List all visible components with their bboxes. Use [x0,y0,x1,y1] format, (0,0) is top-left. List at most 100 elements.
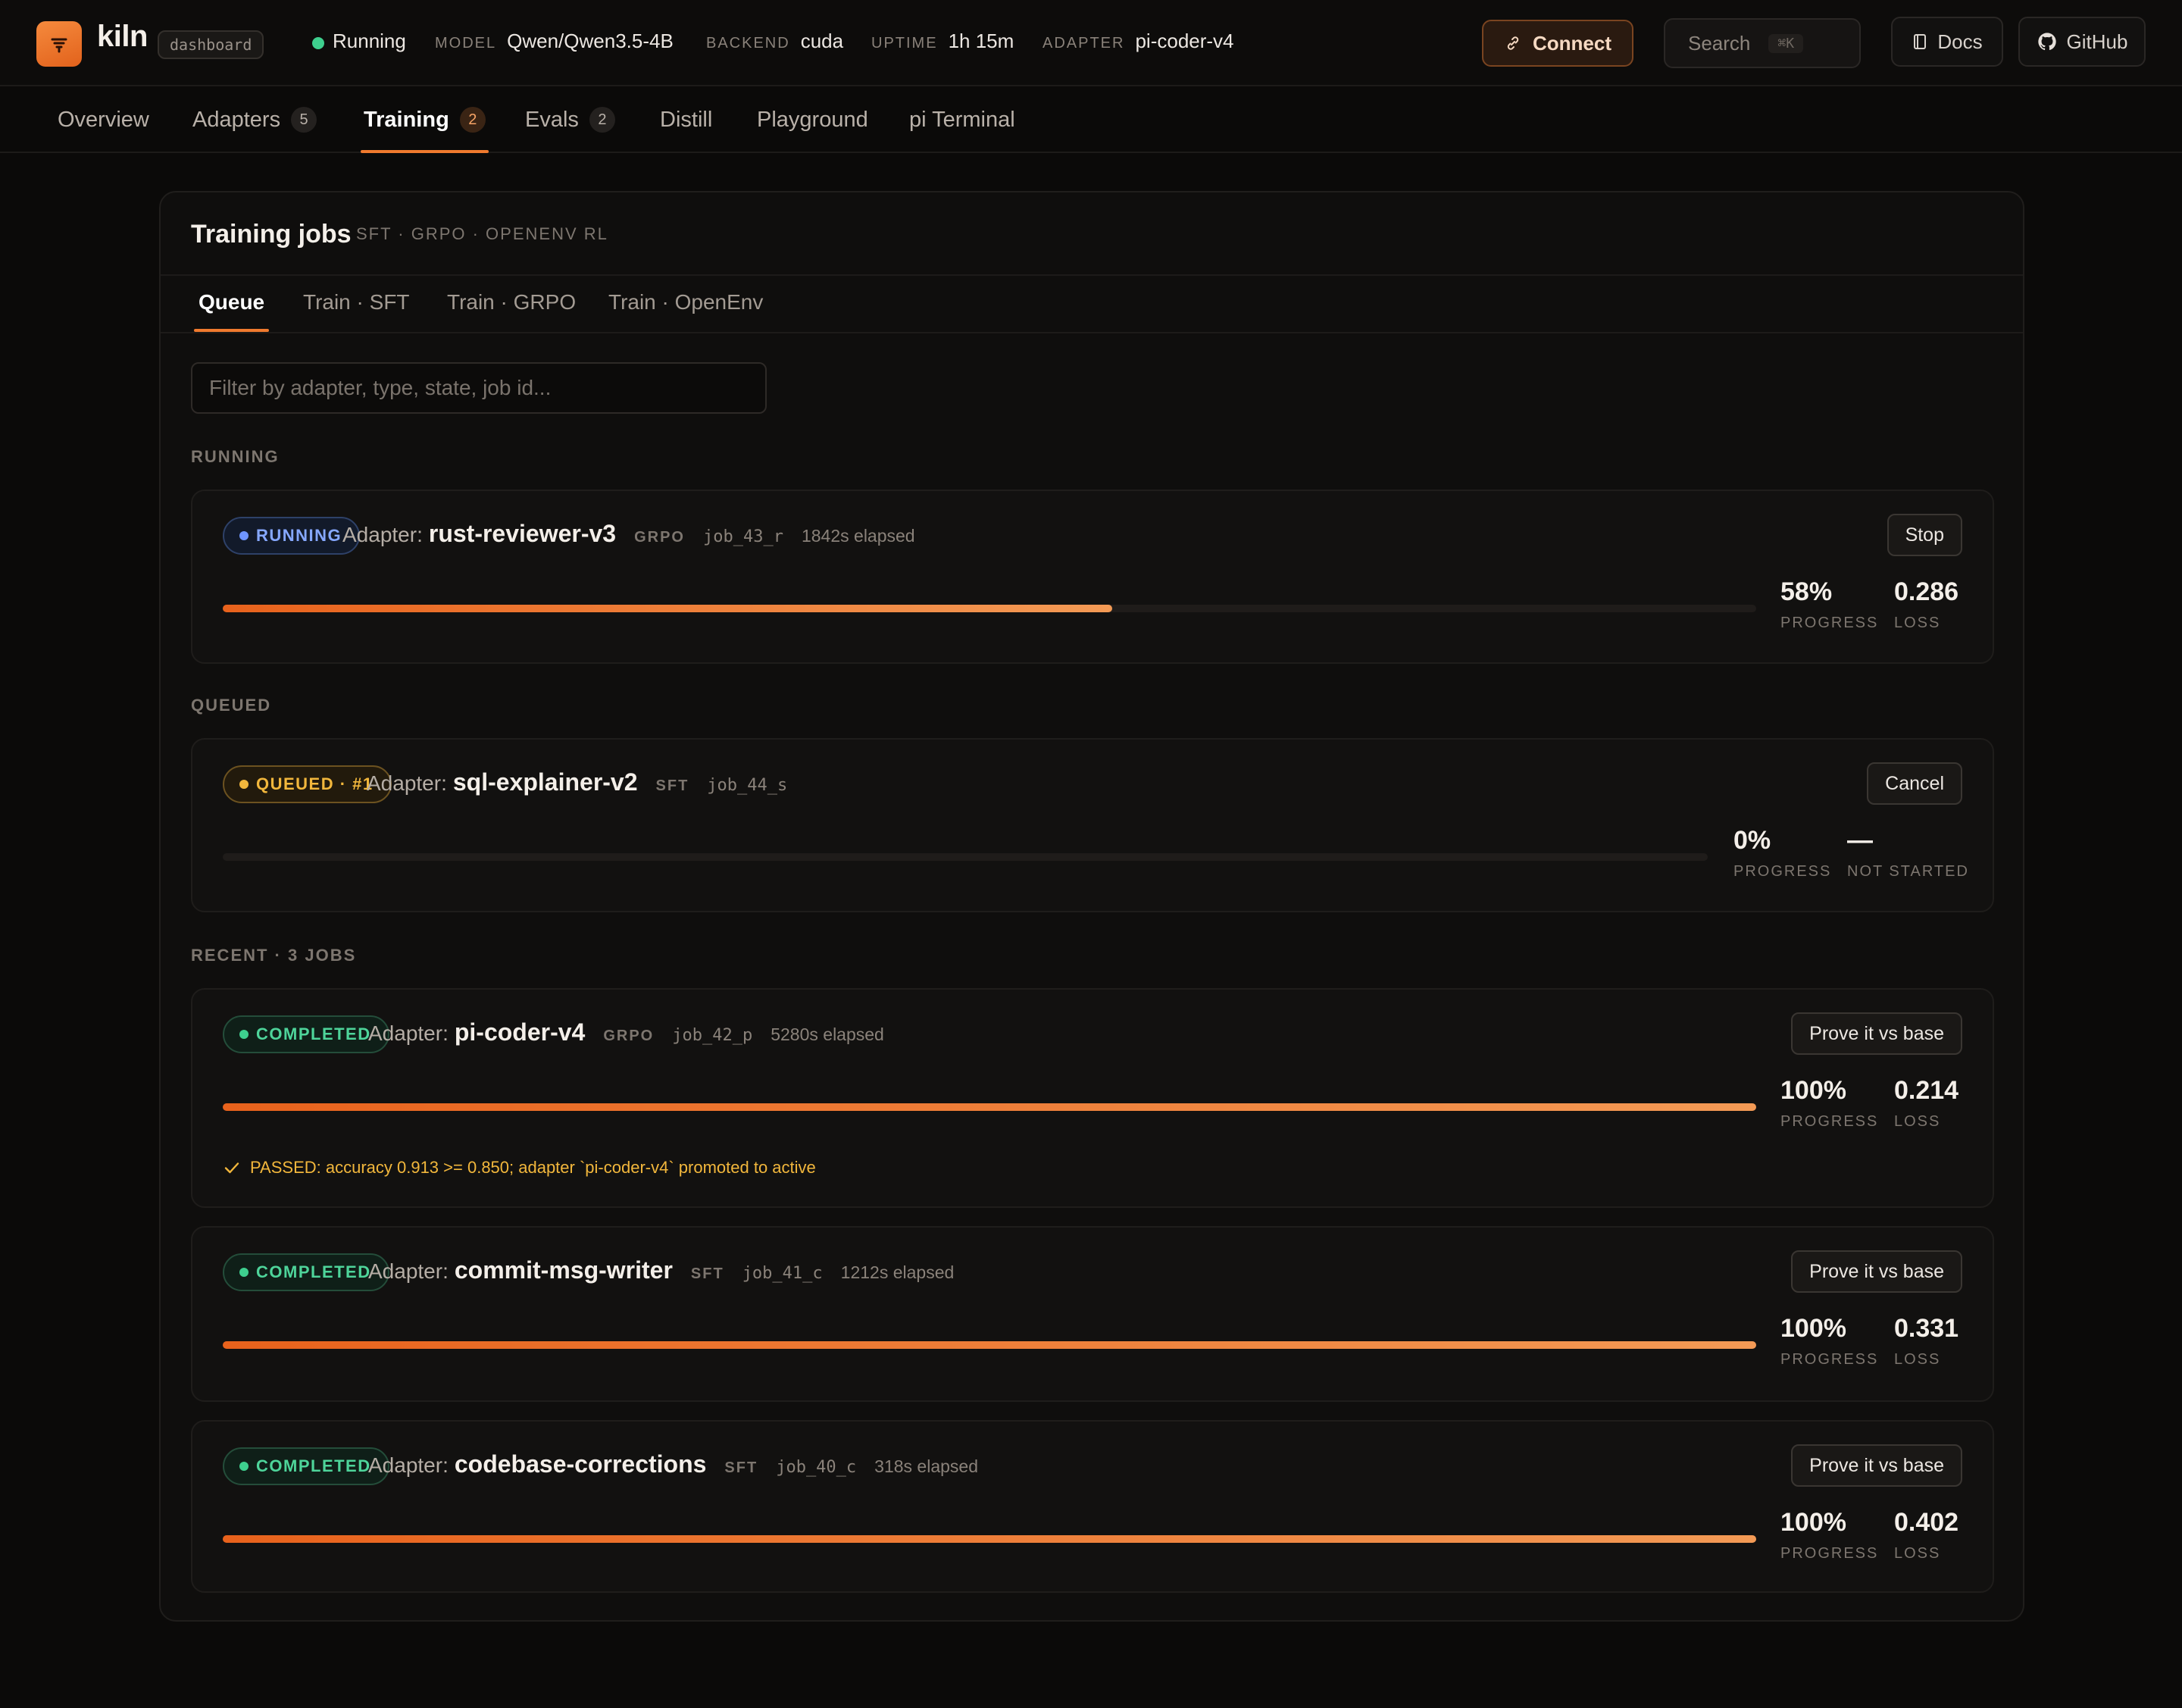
subtab-train-grpo[interactable]: Train · GRPO [447,273,576,332]
job-card-running: RUNNING Adapter: rust-reviewer-v3 GRPO jo… [191,490,1994,664]
status-dot-icon [312,37,324,49]
adapter-prefix: Adapter: [368,1259,449,1283]
tab-pi-terminal-label: pi Terminal [909,107,1015,132]
prove-vs-base-button[interactable]: Prove it vs base [1791,1444,1962,1487]
tab-distill[interactable]: Distill [660,86,712,153]
meta-adapter: ADAPTER pi-coder-v4 [1043,30,1234,53]
github-icon [2037,33,2056,51]
meta-model-value: Qwen/Qwen3.5-4B [507,30,674,52]
job-card-recent: COMPLETED Adapter: codebase-corrections S… [191,1420,1994,1593]
tab-playground[interactable]: Playground [757,86,868,153]
job-type: GRPO [603,1028,655,1044]
progress-label: PROGRESS [1780,615,1879,631]
progress-bar-fill [223,1341,1756,1349]
meta-adapter-value: pi-coder-v4 [1135,30,1234,52]
tab-distill-label: Distill [660,107,713,132]
status-badge-label: COMPLETED [256,1024,371,1043]
meta-backend-value: cuda [800,30,844,52]
subtab-train-sft[interactable]: Train · SFT [303,273,410,332]
job-id: job_41_c [742,1264,823,1283]
tab-training[interactable]: Training 2 [361,86,489,153]
job-adapter: Adapter: commit-msg-writer [368,1256,673,1284]
tab-evals[interactable]: Evals 2 [525,86,615,153]
meta-uptime-key: UPTIME [871,35,938,52]
progress-value: 100% [1780,1076,1846,1105]
loss-label: LOSS [1894,615,1941,631]
section-running: RUNNING [191,447,280,466]
top-bar: kiln dashboard Running MODEL Qwen/Qwen3.… [0,0,2182,86]
cancel-button[interactable]: Cancel [1867,762,1962,805]
loss-value: 0.286 [1894,577,1959,606]
meta-uptime-value: 1h 15m [948,30,1014,52]
progress-bar-fill [223,605,1112,612]
tab-evals-count: 2 [589,107,615,133]
tab-overview-label: Overview [58,107,149,132]
section-recent: RECENT · 3 JOBS [191,946,357,965]
card-title: Training jobs [191,220,352,249]
tab-training-count: 2 [459,107,486,133]
github-button[interactable]: GitHub [2018,17,2146,67]
status-badge: COMPLETED [223,1015,389,1053]
progress-bar [223,1341,1756,1349]
search-shortcut: ⌘K [1768,33,1804,53]
subtab-queue[interactable]: Queue [193,273,270,332]
adapter-prefix: Adapter: [368,1453,449,1477]
meta-model: MODEL Qwen/Qwen3.5-4B [435,30,674,53]
loss-stat: 0.286 LOSS [1894,577,1958,632]
tab-adapters[interactable]: Adapters 5 [192,86,317,153]
status-badge-label: COMPLETED [256,1456,371,1475]
link-icon [1507,36,1519,50]
progress-bar [223,1103,1756,1111]
logo-glyph [51,38,67,53]
adapter-name: rust-reviewer-v3 [428,520,617,547]
job-header: Adapter: sql-explainer-v2 SFT job_44_s [367,768,787,796]
card-subtitle: SFT · GRPO · OPENENV RL [356,224,608,243]
prove-vs-base-button[interactable]: Prove it vs base [1791,1012,1962,1055]
eval-result: PASSED: accuracy 0.913 >= 0.850; adapter… [223,1158,816,1178]
meta-backend-key: BACKEND [706,35,790,52]
job-card-queued: QUEUED · #1 Adapter: sql-explainer-v2 SFT… [191,738,1994,912]
tab-overview[interactable]: Overview [58,86,149,153]
loss-value: 0.331 [1894,1314,1959,1343]
job-elapsed: 5280s elapsed [771,1024,884,1044]
docs-button[interactable]: Docs [1891,17,2003,67]
job-adapter: Adapter: sql-explainer-v2 [367,768,638,796]
status-dot-icon [239,780,249,789]
loss-value: — [1847,826,1873,855]
progress-value: 0% [1733,826,1771,855]
progress-label: PROGRESS [1780,1545,1879,1562]
progress-stat: 100% PROGRESS [1780,1508,1878,1563]
progress-bar [223,1535,1756,1543]
docs-label: Docs [1937,30,1983,53]
progress-bar [223,605,1756,612]
progress-stat: 0% PROGRESS [1733,826,1831,881]
status-badge-label: RUNNING [256,526,342,545]
progress-bar-fill [223,1103,1756,1111]
search-input[interactable]: Search ⌘K [1664,18,1861,68]
status-dot-icon [239,1030,249,1039]
loss-label: LOSS [1894,1113,1941,1130]
prove-vs-base-button[interactable]: Prove it vs base [1791,1250,1962,1293]
loss-stat: 0.402 LOSS [1894,1508,1958,1563]
status-dot-icon [239,1462,249,1471]
adapter-name: codebase-corrections [454,1450,707,1478]
kiln-logo-icon[interactable] [36,21,82,67]
stop-button[interactable]: Stop [1887,514,1962,556]
tab-evals-label: Evals [525,107,579,132]
status-badge: COMPLETED [223,1447,389,1485]
progress-value: 100% [1780,1314,1846,1343]
progress-label: PROGRESS [1733,863,1832,880]
subtab-train-openenv[interactable]: Train · OpenEnv [608,273,763,332]
github-label: GitHub [2066,30,2128,53]
tab-adapters-label: Adapters [192,107,281,132]
job-filter-input[interactable] [191,362,767,414]
not-started-label: NOT STARTED [1847,863,1969,880]
progress-bar-fill [223,1535,1756,1543]
tab-pi-terminal[interactable]: pi Terminal [909,86,1015,153]
adapter-prefix: Adapter: [367,771,447,795]
connect-button[interactable]: Connect [1482,20,1633,67]
meta-model-key: MODEL [435,35,497,52]
loss-label: LOSS [1894,1351,1941,1368]
check-icon [224,1162,239,1174]
adapter-prefix: Adapter: [368,1021,449,1045]
